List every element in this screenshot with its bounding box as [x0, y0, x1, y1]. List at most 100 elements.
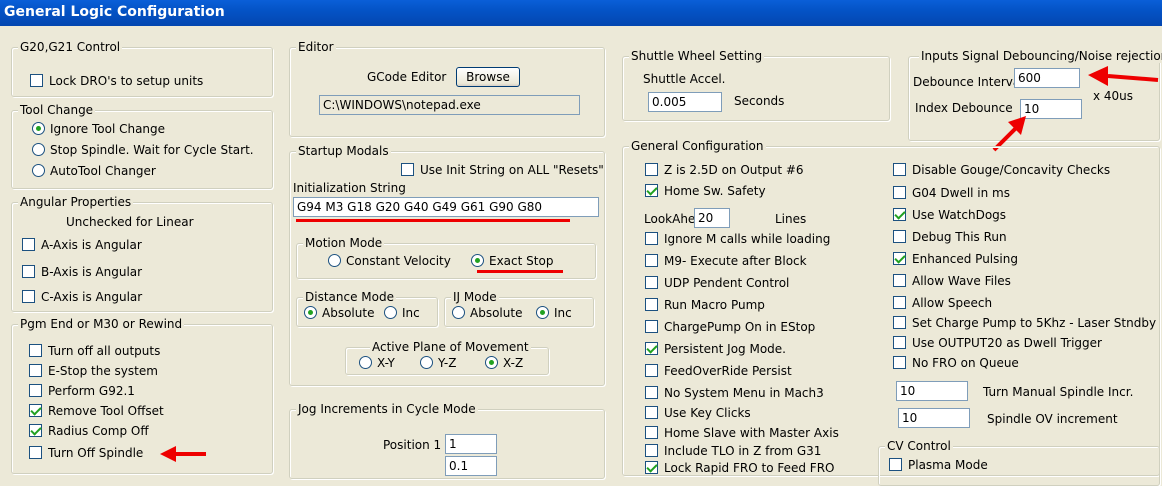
checkbox-box[interactable]: [893, 296, 906, 309]
general-right-item[interactable]: Disable Gouge/Concavity Checks: [893, 163, 1110, 177]
general-left-item[interactable]: M9- Execute after Block: [645, 254, 807, 268]
general-left-item[interactable]: Persistent Jog Mode.: [645, 342, 786, 356]
general-left-item[interactable]: Ignore M calls while loading: [645, 232, 830, 246]
auto-tool-changer-radio[interactable]: AutoTool Changer: [32, 164, 156, 178]
radio-dot[interactable]: [384, 306, 397, 319]
radio-dot[interactable]: [485, 356, 498, 369]
plane-yz-radio[interactable]: Y-Z: [420, 356, 456, 370]
general-right-item[interactable]: Use WatchDogs: [893, 208, 1006, 222]
radio-dot[interactable]: [452, 306, 465, 319]
general-right-item[interactable]: Allow Wave Files: [893, 274, 1011, 288]
distance-inc-radio[interactable]: Inc: [384, 306, 420, 320]
ignore-tool-change-radio[interactable]: Ignore Tool Change: [32, 122, 165, 136]
checkbox-box[interactable]: [29, 344, 42, 357]
general-left-item[interactable]: Lock Rapid FRO to Feed FRO: [645, 461, 834, 475]
checkbox-box[interactable]: [645, 444, 658, 457]
checkbox-box[interactable]: [889, 458, 902, 471]
spindle-incr-input[interactable]: 10: [896, 381, 968, 401]
c-axis-angular-checkbox[interactable]: C-Axis is Angular: [22, 290, 142, 304]
radio-dot[interactable]: [420, 356, 433, 369]
editor-path-field[interactable]: C:\WINDOWS\notepad.exe: [319, 95, 580, 115]
general-left-item[interactable]: No System Menu in Mach3: [645, 386, 824, 400]
general-right-item[interactable]: Allow Speech: [893, 296, 992, 310]
ij-inc-radio[interactable]: Inc: [536, 306, 572, 320]
exact-stop-radio[interactable]: Exact Stop: [471, 254, 553, 268]
checkbox-box[interactable]: [645, 163, 658, 176]
checkbox-box[interactable]: [645, 426, 658, 439]
general-right-item[interactable]: Debug This Run: [893, 230, 1007, 244]
general-left-item[interactable]: Home Sw. Safety: [645, 184, 766, 198]
general-right-item[interactable]: Set Charge Pump to 5Khz - Laser Stndby: [893, 316, 1156, 330]
checkbox-box[interactable]: [893, 252, 906, 265]
checkbox-box[interactable]: [401, 163, 414, 176]
checkbox-box[interactable]: [29, 384, 42, 397]
radio-dot[interactable]: [359, 356, 372, 369]
checkbox-box[interactable]: [22, 238, 35, 251]
checkbox-box[interactable]: [893, 336, 906, 349]
checkbox-box[interactable]: [645, 386, 658, 399]
checkbox-box[interactable]: [893, 163, 906, 176]
plasma-mode-checkbox[interactable]: Plasma Mode: [889, 458, 988, 472]
checkbox-box[interactable]: [645, 406, 658, 419]
browse-button[interactable]: Browse: [456, 67, 520, 87]
position1-input[interactable]: 1: [445, 434, 497, 454]
checkbox-box[interactable]: [30, 74, 43, 87]
pgm-end-item[interactable]: E-Stop the system: [29, 364, 158, 378]
b-axis-angular-checkbox[interactable]: B-Axis is Angular: [22, 265, 142, 279]
radio-dot[interactable]: [32, 122, 45, 135]
checkbox-box[interactable]: [645, 461, 658, 474]
pgm-end-item[interactable]: Perform G92.1: [29, 384, 135, 398]
general-right-item[interactable]: No FRO on Queue: [893, 356, 1019, 370]
use-init-string-checkbox[interactable]: Use Init String on ALL "Resets": [401, 163, 604, 177]
spindle-ov-input[interactable]: 10: [898, 408, 970, 428]
general-left-item[interactable]: Home Slave with Master Axis: [645, 426, 839, 440]
position2-input[interactable]: 0.1: [445, 456, 497, 476]
checkbox-box[interactable]: [645, 364, 658, 377]
general-left-item[interactable]: Include TLO in Z from G31: [645, 444, 821, 458]
checkbox-box[interactable]: [645, 276, 658, 289]
general-left-item[interactable]: FeedOverRide Persist: [645, 364, 792, 378]
plane-xy-radio[interactable]: X-Y: [359, 356, 395, 370]
lock-dro-checkbox[interactable]: Lock DRO's to setup units: [30, 74, 203, 88]
general-right-item[interactable]: Use OUTPUT20 as Dwell Trigger: [893, 336, 1102, 350]
radio-dot[interactable]: [32, 164, 45, 177]
checkbox-box[interactable]: [29, 446, 42, 459]
checkbox-box[interactable]: [893, 316, 906, 329]
general-left-item[interactable]: Z is 2.5D on Output #6: [645, 163, 804, 177]
checkbox-box[interactable]: [22, 265, 35, 278]
constant-velocity-radio[interactable]: Constant Velocity: [328, 254, 451, 268]
general-left-item[interactable]: ChargePump On in EStop: [645, 320, 815, 334]
checkbox-box[interactable]: [22, 290, 35, 303]
checkbox-box[interactable]: [893, 274, 906, 287]
checkbox-box[interactable]: [893, 230, 906, 243]
radio-dot[interactable]: [536, 306, 549, 319]
checkbox-box[interactable]: [645, 320, 658, 333]
checkbox-box[interactable]: [29, 424, 42, 437]
checkbox-box[interactable]: [29, 364, 42, 377]
stop-spindle-radio[interactable]: Stop Spindle. Wait for Cycle Start.: [32, 143, 254, 157]
pgm-end-item[interactable]: Turn Off Spindle: [29, 446, 143, 460]
radio-dot[interactable]: [471, 254, 484, 267]
radio-dot[interactable]: [32, 143, 45, 156]
init-string-input[interactable]: G94 M3 G18 G20 G40 G49 G61 G90 G80: [293, 197, 599, 217]
shuttle-accel-input[interactable]: 0.005: [648, 92, 722, 112]
debounce-interval-input[interactable]: 600: [1014, 68, 1080, 88]
pgm-end-item[interactable]: Turn off all outputs: [29, 344, 160, 358]
radio-dot[interactable]: [304, 306, 317, 319]
checkbox-box[interactable]: [645, 254, 658, 267]
ij-absolute-radio[interactable]: Absolute: [452, 306, 522, 320]
distance-absolute-radio[interactable]: Absolute: [304, 306, 374, 320]
lookahead-input[interactable]: 20: [694, 208, 730, 228]
plane-xz-radio[interactable]: X-Z: [485, 356, 523, 370]
checkbox-box[interactable]: [29, 404, 42, 417]
checkbox-box[interactable]: [645, 232, 658, 245]
general-right-item[interactable]: G04 Dwell in ms: [893, 186, 1010, 200]
checkbox-box[interactable]: [893, 186, 906, 199]
general-right-item[interactable]: Enhanced Pulsing: [893, 252, 1018, 266]
checkbox-box[interactable]: [893, 208, 906, 221]
checkbox-box[interactable]: [893, 356, 906, 369]
checkbox-box[interactable]: [645, 298, 658, 311]
general-left-item[interactable]: Run Macro Pump: [645, 298, 765, 312]
pgm-end-item[interactable]: Radius Comp Off: [29, 424, 149, 438]
general-left-item[interactable]: Use Key Clicks: [645, 406, 751, 420]
